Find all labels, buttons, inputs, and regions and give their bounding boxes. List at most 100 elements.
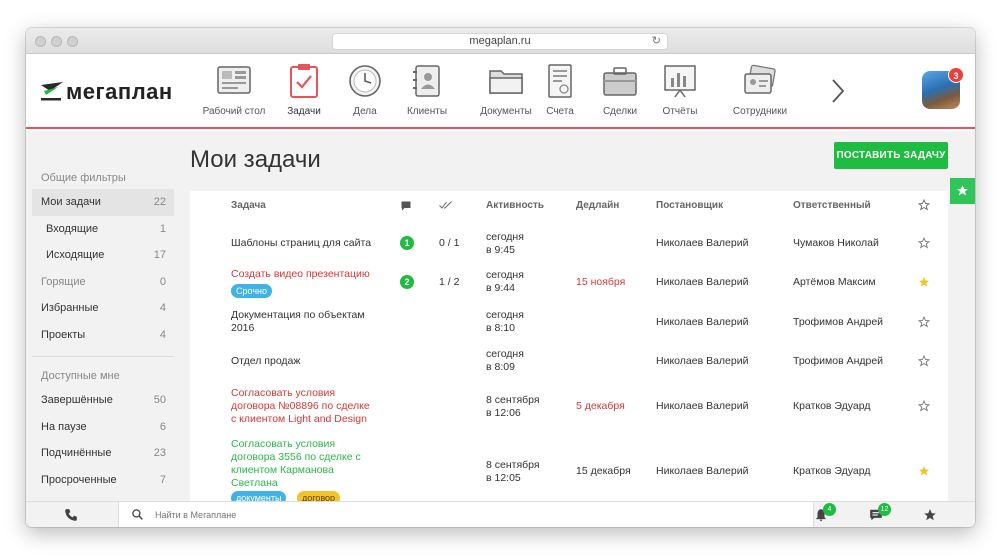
responsible-name[interactable]: Трофимов Андрей (793, 355, 883, 368)
address-bar[interactable]: megaplan.ru ↻ (332, 33, 668, 50)
activity-time: сегодня в 9:45 (486, 231, 524, 256)
activity-time: 8 сентября в 12:05 (486, 459, 540, 484)
sidebar-item-count: 17 (153, 249, 166, 261)
nav-item-clients[interactable]: Клиенты (387, 63, 467, 117)
nav-item-desktop[interactable]: Рабочий стол (194, 63, 274, 117)
app-logo[interactable]: мегаплан (40, 79, 173, 105)
sidebar-item-label: Избранные (41, 302, 99, 314)
column-header-activity[interactable]: Активность (486, 200, 544, 211)
logo-icon (41, 82, 63, 101)
star-column-icon[interactable] (918, 199, 930, 211)
responsible-name[interactable]: Чумаков Николай (793, 237, 879, 250)
sidebar-item-burning[interactable]: Горящие 0 (32, 269, 174, 296)
sidebar-item-paused[interactable]: На паузе 6 (32, 414, 174, 441)
clock-icon (349, 65, 381, 97)
favorite-star-icon[interactable] (918, 316, 930, 328)
folder-icon (489, 70, 523, 94)
table-row[interactable]: Отдел продаж сегодня в 8:09 Николаев Вал… (190, 348, 948, 378)
column-header-author[interactable]: Постановщик (656, 200, 723, 211)
favorites-tab[interactable] (950, 178, 975, 204)
author-name[interactable]: Николаев Валерий (656, 400, 748, 413)
sidebar-item-subordinates[interactable]: Подчинённые 23 (32, 440, 174, 467)
author-name[interactable]: Николаев Валерий (656, 276, 748, 289)
responsible-name[interactable]: Кратков Эдуард (793, 465, 870, 478)
comments-column-icon[interactable] (400, 200, 412, 212)
task-title[interactable]: Документация по объектам 2016 (231, 309, 365, 335)
comments-badge[interactable]: 2 (400, 275, 414, 289)
tasks-icon (290, 64, 318, 98)
author-name[interactable]: Николаев Валерий (656, 465, 748, 478)
reload-icon[interactable]: ↻ (652, 34, 661, 49)
close-window-button[interactable] (35, 36, 46, 47)
maximize-window-button[interactable] (67, 36, 78, 47)
column-header-deadline[interactable]: Дедлайн (576, 200, 619, 211)
nav-item-employees[interactable]: Сотрудники (720, 63, 800, 117)
responsible-name[interactable]: Трофимов Андрей (793, 316, 883, 329)
search-input[interactable] (155, 507, 655, 523)
sidebar-item-completed[interactable]: Завершённые 50 (32, 387, 174, 414)
activity-time: сегодня в 9:44 (486, 269, 524, 294)
task-title[interactable]: Согласовать условия договора 3556 по сде… (231, 438, 361, 490)
task-title[interactable]: Создать видео презентацию (231, 268, 370, 281)
messages-badge: 12 (878, 503, 891, 516)
table-row[interactable]: Согласовать условия договора 3556 по сде… (190, 438, 948, 505)
task-title[interactable]: Шаблоны страниц для сайта (231, 237, 371, 250)
author-name[interactable]: Николаев Валерий (656, 355, 748, 368)
user-avatar[interactable]: 3 (922, 67, 964, 109)
sidebar-item-my-tasks[interactable]: Мои задачи 22 (32, 189, 174, 216)
responsible-name[interactable]: Артёмов Максим (793, 276, 876, 289)
sidebar-item-label: Завершённые (41, 394, 113, 406)
sidebar-item-count: 4 (159, 302, 166, 314)
id-cards-icon (744, 64, 776, 94)
double-check-icon[interactable] (439, 200, 453, 211)
task-title[interactable]: Отдел продаж (231, 355, 300, 368)
favorite-star-icon[interactable] (918, 276, 930, 288)
filters-sidebar: Общие фильтры Мои задачи 22 Входящие 1 Исх… (32, 167, 174, 493)
subtasks-progress: 0 / 1 (439, 237, 460, 249)
sidebar-item-count: 0 (159, 275, 166, 288)
chart-board-icon (664, 65, 696, 98)
phone-icon[interactable] (64, 508, 78, 522)
logo-text: мегаплан (66, 79, 173, 104)
task-tag[interactable]: Срочно (231, 284, 272, 298)
favorite-star-icon[interactable] (918, 355, 930, 367)
star-icon (957, 185, 968, 196)
briefcase-icon (603, 67, 637, 96)
table-row[interactable]: Шаблоны страниц для сайта 1 0 / 1 сегодн… (190, 231, 948, 264)
table-row[interactable]: Создать видео презентацию Срочно 2 1 / 2… (190, 268, 948, 302)
sidebar-item-overdue[interactable]: Просроченные 7 (32, 467, 174, 494)
minimize-window-button[interactable] (51, 36, 62, 47)
sidebar-item-count: 22 (153, 196, 166, 208)
sidebar-item-label: Просроченные (41, 473, 117, 486)
create-task-button[interactable]: ПОСТАВИТЬ ЗАДАЧУ (834, 142, 948, 169)
avatar-notification-badge: 3 (948, 67, 964, 83)
table-row[interactable]: Согласовать условия договора №08896 по с… (190, 387, 948, 433)
task-title[interactable]: Согласовать условия договора №08896 по с… (231, 387, 370, 426)
favorite-star-icon[interactable] (918, 465, 930, 477)
sidebar-item-projects[interactable]: Проекты 4 (32, 322, 174, 349)
invoice-icon (548, 64, 572, 98)
author-name[interactable]: Николаев Валерий (656, 237, 748, 250)
favorite-star-icon[interactable] (918, 400, 930, 412)
contacts-book-icon (413, 65, 440, 97)
activity-time: 8 сентября в 12:06 (486, 394, 540, 419)
nav-item-reports[interactable]: Отчёты (640, 63, 720, 117)
responsible-name[interactable]: Кратков Эдуард (793, 400, 870, 413)
sidebar-item-favorites[interactable]: Избранные 4 (32, 295, 174, 322)
sidebar-item-label: Входящие (46, 222, 99, 235)
column-header-task[interactable]: Задача (231, 200, 266, 211)
sidebar-item-incoming[interactable]: Входящие 1 (32, 216, 174, 243)
column-header-responsible[interactable]: Ответственный (793, 200, 871, 211)
comments-badge[interactable]: 1 (400, 236, 414, 250)
table-row[interactable]: Документация по объектам 2016 сегодня в … (190, 308, 948, 342)
sidebar-item-outgoing[interactable]: Исходящие 17 (32, 242, 174, 269)
sidebar-divider (32, 356, 174, 357)
star-icon[interactable] (923, 508, 937, 522)
nav-label-reports: Отчёты (662, 106, 698, 117)
favorite-star-icon[interactable] (918, 237, 930, 249)
sidebar-item-label: Исходящие (46, 249, 105, 261)
chevron-right-icon[interactable] (826, 73, 850, 109)
sidebar-heading-general: Общие фильтры (41, 172, 126, 184)
author-name[interactable]: Николаев Валерий (656, 316, 748, 329)
sidebar-item-count: 23 (153, 447, 166, 459)
